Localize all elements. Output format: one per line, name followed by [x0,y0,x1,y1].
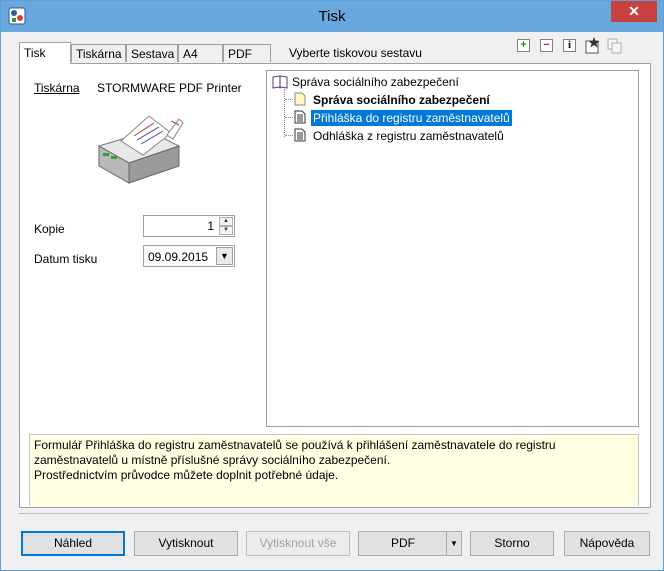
divider [19,513,649,514]
copy-icon[interactable] [607,38,623,54]
star-icon[interactable] [584,37,601,54]
printer-icon [97,115,184,184]
help-button[interactable]: Nápověda [564,531,650,556]
tab-a4[interactable]: A4 [178,44,223,62]
print-date-field[interactable]: 09.09.2015 ▼ [143,245,235,267]
info-icon[interactable]: i [563,39,576,52]
tab-pdf[interactable]: PDF [223,44,271,62]
tree-line [285,117,293,118]
tree-line [284,89,285,137]
pdf-button-label: PDF [391,536,415,550]
title-bar[interactable]: Tisk ✕ [1,1,663,32]
tab-tisk[interactable]: Tisk [19,42,71,64]
chevron-down-icon[interactable]: ▼ [446,532,461,555]
preview-button[interactable]: Náhled [21,531,125,556]
print-dialog: Tisk ✕ Tisk Tiskárna Sestava A4 PDF Vybe… [0,0,664,571]
window-title: Tisk [318,8,346,25]
description-line: Formulář Přihláška do registru zaměstnav… [34,438,556,467]
folder-note-icon [294,92,306,106]
copies-stepper[interactable]: 1 ▲ ▼ [143,215,235,237]
print-date-label: Datum tisku [34,252,98,266]
tab-sestava[interactable]: Sestava [126,44,178,62]
tree-root[interactable]: Správa sociálního zabezpečení [292,74,459,90]
chevron-down-icon[interactable]: ▼ [216,247,233,265]
document-icon [294,128,306,142]
tab-tiskarna[interactable]: Tiskárna [71,44,126,62]
close-button[interactable]: ✕ [611,1,657,22]
print-button[interactable]: Vytisknout [134,531,238,556]
print-date-value: 09.09.2015 [148,250,209,264]
tree-item-group[interactable]: Správa sociálního zabezpečení [313,92,490,108]
tree-item-deregistration[interactable]: Odhláška z registru zaměstnavatelů [313,128,504,144]
tree-line [285,99,293,100]
tree-line [285,135,293,136]
tree-item-registration[interactable]: Přihláška do registru zaměstnavatelů [311,110,512,126]
cancel-button[interactable]: Storno [470,531,554,556]
description-line: Prostřednictvím průvodce můžete doplnit … [34,468,339,482]
print-all-button[interactable]: Vytisknout vše [246,531,350,556]
spin-down-icon[interactable]: ▼ [219,226,233,235]
remove-icon[interactable]: − [540,39,553,52]
pdf-button[interactable]: PDF ▼ [358,531,462,556]
copies-label: Kopie [34,222,65,236]
printer-label[interactable]: Tiskárna [34,81,80,95]
copies-value: 1 [207,219,214,233]
tab-hint: Vyberte tiskovou sestavu [289,46,422,60]
book-icon [272,75,288,89]
add-icon[interactable]: + [517,39,530,52]
spin-up-icon[interactable]: ▲ [219,217,233,226]
description-box: Formulář Přihláška do registru zaměstnav… [29,434,639,506]
printer-value: STORMWARE PDF Printer [97,81,242,95]
document-icon [294,110,306,124]
